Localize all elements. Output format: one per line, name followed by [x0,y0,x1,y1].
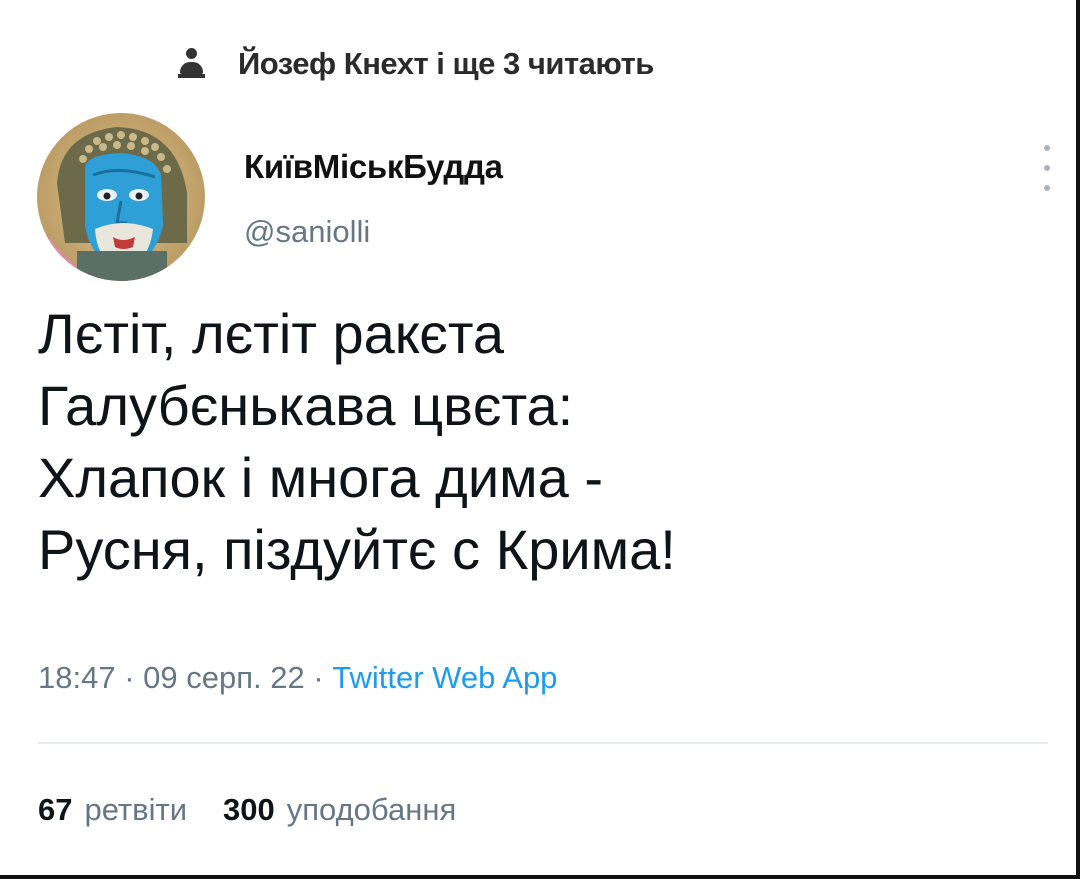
meta-separator: · [313,660,333,695]
retweets-label: ретвіти [84,792,188,827]
avatar-blue-face-icon [37,113,205,281]
author-name[interactable]: КиївМіськБудда [244,148,503,186]
tweet-source-link[interactable]: Twitter Web App [332,660,557,695]
likes-stat[interactable]: 300 уподобання [223,792,456,828]
meta-separator: · [124,660,144,695]
tweet-text: Лєтіт, лєтіт ракєта Галубєнькава цвєта: … [38,298,1038,586]
tweet-meta: 18:47 · 09 серп. 22 · Twitter Web App [38,660,557,696]
tweet-time[interactable]: 18:47 [38,660,116,695]
likes-label: уподобання [286,792,457,827]
tweet-stats: 67 ретвіти 300 уподобання [38,792,492,828]
tweet-line: Галубєнькава цвєта: [38,374,574,437]
avatar[interactable] [37,113,205,281]
divider [38,742,1048,744]
person-icon [172,44,212,84]
retweets-count: 67 [38,792,73,827]
more-options-icon[interactable] [1040,145,1054,191]
likes-count: 300 [223,792,275,827]
tweet-line: Хлапок і многа дима - [38,446,603,509]
social-context[interactable]: Йозеф Кнехт і ще 3 читають [172,42,654,86]
social-context-text: Йозеф Кнехт і ще 3 читають [238,46,654,81]
tweet-line: Лєтіт, лєтіт ракєта [38,302,505,365]
retweets-stat[interactable]: 67 ретвіти [38,792,187,828]
tweet-card: Йозеф Кнехт і ще 3 читають КиївМіськБудд… [0,0,1080,879]
author-handle[interactable]: @saniolli [244,214,370,250]
tweet-date[interactable]: 09 серп. 22 [143,660,305,695]
tweet-line: Русня, піздуйтє с Крима! [38,518,676,581]
